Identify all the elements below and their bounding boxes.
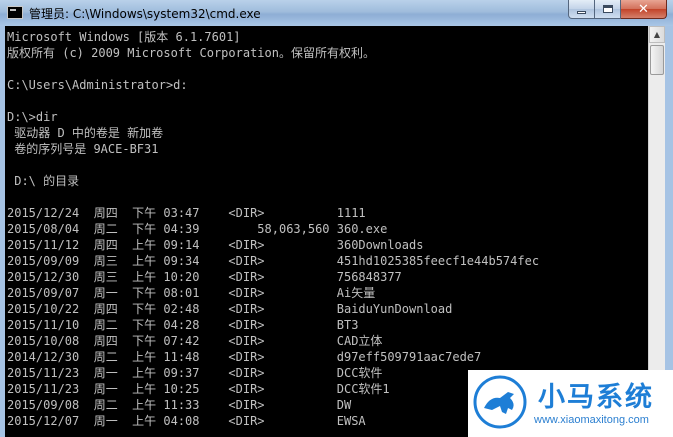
console-line: 2015/08/04 周二 下午 04:39 58,063,560 360.ex… [7,222,388,236]
console-line: 2014/12/30 周二 上午 11:48 <DIR> d97eff50979… [7,350,482,364]
console-line: D:\>dir [7,110,58,124]
maximize-icon [602,5,613,13]
console-line: C:\Users\Administrator>d: [7,78,188,92]
console-line: 2015/09/09 周三 上午 09:34 <DIR> 451hd102538… [7,254,540,268]
watermark: 小马系统 www.xiaomaxitong.com [468,370,673,437]
close-icon: ✕ [638,1,649,17]
console-line: 2015/10/08 周四 下午 07:42 <DIR> CAD立体 [7,334,383,348]
window-title: 管理员: C:\Windows\system32\cmd.exe [29,7,261,21]
minimize-button[interactable] [568,0,595,19]
console-line: 2015/11/10 周二 下午 04:28 <DIR> BT3 [7,318,359,332]
console-line: 2015/10/22 周四 下午 02:48 <DIR> BaiduYunDow… [7,302,453,316]
cmd-app-icon[interactable] [7,6,23,19]
console-line: 2015/12/07 周一 上午 04:08 <DIR> EWSA [7,414,366,428]
cmd-window: 管理员: C:\Windows\system32\cmd.exe ✕ Micro… [0,0,673,437]
console-line: 2015/11/12 周四 上午 09:14 <DIR> 360Download… [7,238,424,252]
maximize-button[interactable] [595,0,621,19]
title-bar[interactable]: 管理员: C:\Windows\system32\cmd.exe ✕ [0,0,673,26]
console-line: 2015/11/23 周一 上午 09:37 <DIR> DCC软件 [7,366,383,380]
watermark-url: www.xiaomaxitong.com [534,414,649,426]
console-line: 2015/09/07 周一 下午 08:01 <DIR> Ai矢量 [7,286,376,300]
scroll-up-arrow-icon: ▲ [653,30,661,39]
console-line: 2015/12/30 周三 上午 10:20 <DIR> 756848377 [7,270,402,284]
console-line: D:\ 的目录 [7,174,80,188]
console-line: 驱动器 D 中的卷是 新加卷 [7,126,164,140]
watermark-brand: 小马系统 [538,382,654,413]
console-line: 2015/11/23 周一 上午 10:25 <DIR> DCC软件1 [7,382,390,396]
window-controls: ✕ [568,0,667,19]
console-text: Microsoft Windows [版本 6.1.7601] 版权所有 (c) … [7,29,539,429]
minimize-icon [577,10,586,14]
console-line: Microsoft Windows [版本 6.1.7601] [7,30,241,44]
scroll-thumb[interactable] [650,45,664,75]
console-line: 卷的序列号是 9ACE-BF31 [7,142,159,156]
scroll-up-button[interactable]: ▲ [649,26,665,43]
console-line: 2015/09/08 周二 上午 11:33 <DIR> DW [7,398,352,412]
horse-logo-icon [473,375,527,429]
console-line: 2015/12/24 周四 下午 03:47 <DIR> 1111 [7,206,366,220]
console-line: 版权所有 (c) 2009 Microsoft Corporation。保留所有… [7,46,375,60]
close-button[interactable]: ✕ [621,0,667,19]
